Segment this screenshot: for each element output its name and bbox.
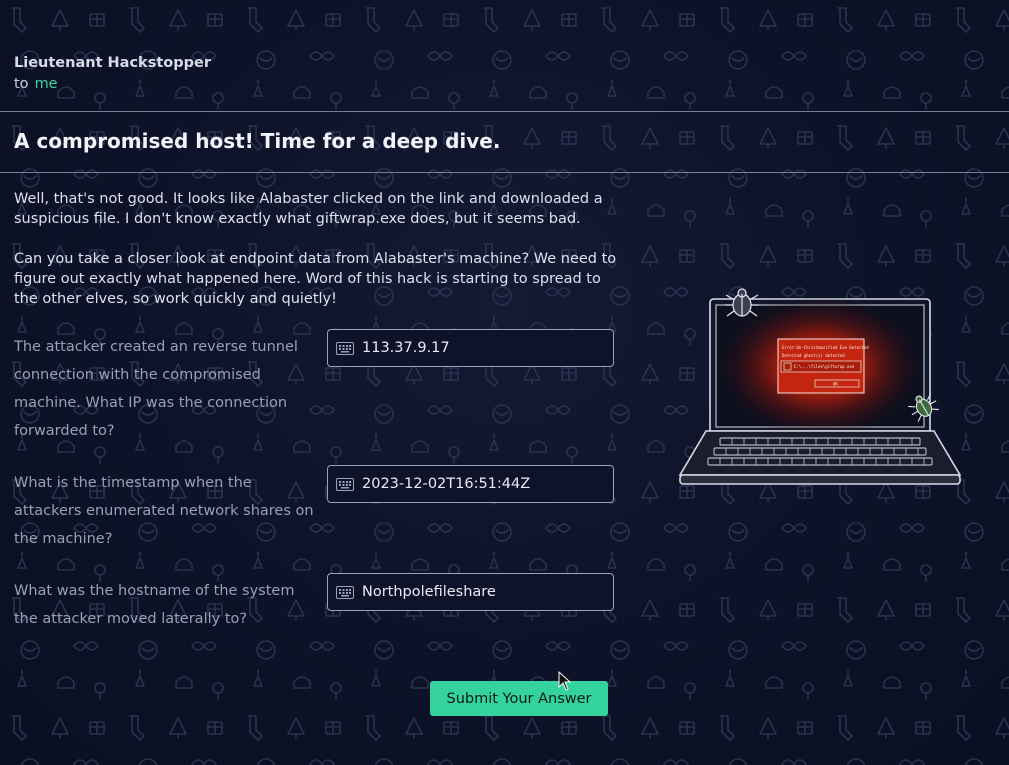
compromised-laptop-illustration: Error:Un-Christmasified Exe Detected Det… (678, 288, 962, 485)
question-1-text: The attacker created an reverse tunnel c… (14, 339, 298, 439)
question-3-text: What was the hostname of the system the … (14, 583, 295, 627)
divider-top (0, 111, 1009, 112)
message-paragraph-2: Can you take a closer look at endpoint d… (14, 251, 617, 307)
dialog-path: C:\...\files\giftwrap.exe (794, 364, 855, 369)
question-1-answer-input[interactable] (362, 340, 602, 356)
question-3-answer-field[interactable] (327, 573, 614, 611)
message-subject: A compromised host! Time for a deep dive… (14, 129, 501, 153)
question-1-answer-field[interactable] (327, 329, 614, 367)
question-2-text: What is the timestamp when the attackers… (14, 475, 314, 547)
dialog-line-2: Detected ghost(s) detected (782, 353, 845, 358)
message-paragraph-1: Well, that's not good. It looks like Ala… (14, 191, 603, 227)
recipient-line: to me (14, 76, 58, 92)
submit-answer-button[interactable]: Submit Your Answer (430, 681, 608, 716)
question-2-answer-field[interactable] (327, 465, 614, 503)
keyboard-icon (336, 585, 354, 599)
keyboard-icon (336, 341, 354, 355)
sender-name: Lieutenant Hackstopper (14, 55, 211, 71)
laptop-keyboard (707, 437, 933, 466)
question-3-answer-input[interactable] (362, 584, 602, 600)
recipient-prefix: to (14, 76, 29, 92)
recipient-name: me (34, 76, 58, 92)
keyboard-icon (336, 477, 354, 491)
divider-bottom (0, 172, 1009, 173)
question-2-answer-input[interactable] (362, 476, 602, 492)
error-dialog: Error:Un-Christmasified Exe Detected Det… (777, 338, 869, 394)
mouse-cursor-icon (558, 671, 572, 691)
dialog-line-1: Error:Un-Christmasified Exe Detected (782, 345, 869, 350)
dialog-ok-button: OK (833, 382, 838, 387)
